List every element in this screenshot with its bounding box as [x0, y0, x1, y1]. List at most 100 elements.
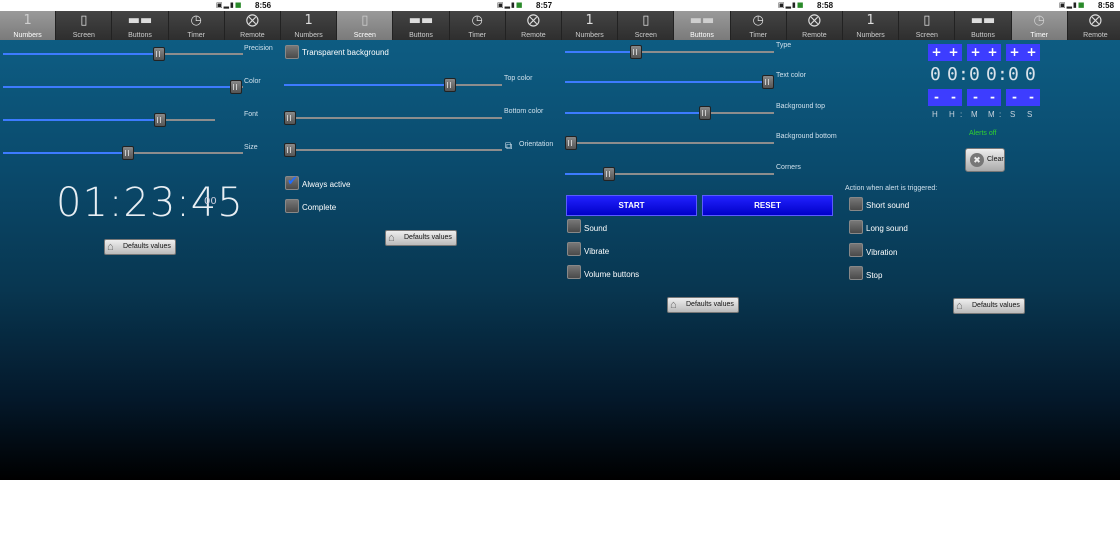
color-slider[interactable] — [3, 80, 243, 94]
always-active-checkbox[interactable] — [285, 174, 299, 190]
start-button[interactable]: START — [566, 195, 697, 216]
tab-remote[interactable]: ⨂ Remote — [505, 11, 562, 40]
increment-button[interactable]: + — [928, 44, 945, 61]
short-sound-checkbox[interactable] — [849, 197, 863, 211]
phone-icon: ▯ — [80, 13, 88, 28]
timer-digit: 0 — [1008, 64, 1019, 85]
slider-track — [284, 149, 502, 151]
app-icon: ■ — [796, 1, 805, 9]
top-color-label: Top color — [504, 75, 533, 82]
tab-numbers[interactable]: 1 Numbers — [0, 11, 57, 40]
clear-button[interactable]: ✖ Clear — [965, 148, 1005, 172]
defaults-values-button[interactable]: ⌂ Defaults values — [104, 239, 176, 255]
tab-label: Remote — [802, 32, 827, 39]
tab-remote[interactable]: ⨂ Remote — [1067, 11, 1120, 40]
slider-thumb[interactable] — [602, 167, 615, 181]
defaults-values-button[interactable]: ⌂ Defaults values — [667, 297, 739, 313]
orientation-slider[interactable] — [284, 143, 502, 157]
tab-buttons[interactable]: ▬▬ Buttons — [393, 11, 450, 40]
screenshot-panel-1: ▣▂▮■8:56 pm1 Numbers ▯ Screen ▬▬ Buttons ◷ Time… — [0, 0, 281, 480]
precision-slider[interactable] — [3, 47, 243, 61]
slider-thumb[interactable] — [153, 47, 165, 61]
tab-label: Timer — [749, 32, 768, 39]
corners-slider[interactable] — [565, 167, 774, 181]
hms-label: H — [949, 110, 955, 119]
numbers-icon: 1 — [866, 13, 875, 28]
background-top-slider[interactable] — [565, 106, 774, 120]
font-slider[interactable] — [3, 113, 215, 127]
reset-button[interactable]: RESET — [702, 195, 833, 216]
vibration-checkbox[interactable] — [849, 243, 863, 257]
tab-label: Buttons — [690, 32, 714, 39]
slider-thumb[interactable] — [761, 75, 774, 89]
increment-button[interactable]: + — [967, 44, 984, 61]
tab-label: Buttons — [128, 32, 152, 39]
decrement-button[interactable]: - — [1006, 89, 1023, 106]
decrement-button[interactable]: - — [967, 89, 984, 106]
satellite-icon: ⨂ — [1088, 13, 1102, 28]
tab-label: Timer — [1030, 32, 1049, 39]
tab-numbers[interactable]: 1 Numbers — [843, 11, 900, 40]
volume-buttons-checkbox[interactable] — [567, 265, 581, 279]
clock-icon: ◷ — [1033, 13, 1045, 28]
tab-screen[interactable]: ▯ Screen — [899, 11, 956, 40]
slider-thumb[interactable] — [699, 106, 712, 120]
size-slider[interactable] — [3, 146, 243, 160]
stop-checkbox[interactable] — [849, 266, 863, 280]
slider-thumb[interactable] — [565, 136, 577, 150]
increment-button[interactable]: + — [984, 44, 1001, 61]
status-icons: ▣▂▮■ — [497, 1, 524, 9]
alerts-status: Alerts off — [969, 130, 997, 137]
type-slider[interactable] — [565, 45, 774, 59]
slider-thumb[interactable] — [229, 80, 242, 94]
increment-button[interactable]: + — [945, 44, 962, 61]
slider-thumb[interactable] — [443, 78, 456, 92]
tab-numbers[interactable]: 1 Numbers — [281, 11, 338, 40]
defaults-values-button[interactable]: ⌂ Defaults values — [953, 298, 1025, 314]
bottom-color-slider[interactable] — [284, 111, 502, 125]
transparent-background-checkbox[interactable] — [285, 45, 299, 59]
defaults-values-button[interactable]: ⌂ Defaults values — [385, 230, 457, 246]
tab-buttons[interactable]: ▬▬ Buttons — [112, 11, 169, 40]
slider-thumb[interactable] — [121, 146, 134, 160]
slider-thumb[interactable] — [630, 45, 643, 59]
decrement-button[interactable]: - — [945, 89, 962, 106]
status-bar: ▣▂▮■8:58 pm — [843, 0, 1120, 19]
volume-buttons-label: Volume buttons — [584, 270, 640, 279]
tab-timer[interactable]: ◷ Timer — [1011, 11, 1068, 40]
tab-buttons[interactable]: ▬▬ Buttons — [674, 11, 731, 40]
decrement-button[interactable]: - — [928, 89, 945, 106]
tab-timer[interactable]: ◷ Timer — [730, 11, 787, 40]
increment-button[interactable]: + — [1023, 44, 1040, 61]
top-color-slider[interactable] — [284, 78, 502, 92]
tab-screen[interactable]: ▯ Screen — [56, 11, 113, 40]
text-color-slider[interactable] — [565, 75, 774, 89]
slider-thumb[interactable] — [284, 143, 296, 157]
tab-label: Screen — [915, 32, 938, 39]
slider-fill — [3, 152, 128, 154]
vibrate-checkbox[interactable] — [567, 242, 581, 256]
long-sound-checkbox[interactable] — [849, 220, 863, 234]
slider-thumb[interactable] — [284, 111, 296, 125]
tab-screen[interactable]: ▯ Screen — [337, 11, 394, 40]
decrement-button[interactable]: - — [1023, 89, 1040, 106]
tab-timer[interactable]: ◷ Timer — [168, 11, 225, 40]
background-bottom-slider[interactable] — [565, 136, 774, 150]
increment-button[interactable]: + — [1006, 44, 1023, 61]
tab-remote[interactable]: ⨂ Remote — [786, 11, 843, 40]
tab-buttons[interactable]: ▬▬ Buttons — [955, 11, 1012, 40]
tab-timer[interactable]: ◷ Timer — [449, 11, 506, 40]
hms-label: : — [999, 110, 1002, 119]
stop-label: Stop — [866, 271, 883, 280]
decrement-button[interactable]: - — [984, 89, 1001, 106]
tab-screen[interactable]: ▯ Screen — [618, 11, 675, 40]
complete-checkbox[interactable] — [285, 199, 299, 213]
tab-remote[interactable]: ⨂ Remote — [224, 11, 281, 40]
tab-label: Timer — [187, 32, 206, 39]
satellite-icon: ⨂ — [526, 13, 540, 28]
sound-checkbox[interactable] — [567, 219, 581, 233]
tab-numbers[interactable]: 1 Numbers — [562, 11, 619, 40]
slider-thumb[interactable] — [153, 113, 166, 127]
status-icons: ▣▂▮■ — [778, 1, 805, 9]
tab-label: Remote — [240, 32, 265, 39]
